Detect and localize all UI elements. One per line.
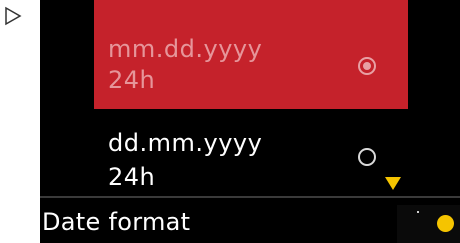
- option-time-format-label: 24h: [108, 66, 156, 94]
- option-date-format-label: mm.dd.yyyy: [108, 35, 263, 63]
- footer-divider: [40, 196, 460, 198]
- status-area: [397, 205, 460, 243]
- radio-selected-icon: [358, 57, 376, 75]
- page-title: Date format: [42, 208, 191, 236]
- option-ddmmyyyy-24h[interactable]: dd.mm.yyyy 24h: [94, 109, 408, 193]
- radio-unselected-icon: [358, 148, 376, 166]
- status-dot-icon: [437, 215, 454, 232]
- play-icon[interactable]: [4, 6, 22, 26]
- scroll-down-arrow-icon[interactable]: [385, 177, 401, 190]
- option-date-format-label: dd.mm.yyyy: [108, 129, 263, 157]
- app-frame: mm.dd.yyyy 24h dd.mm.yyyy 24h Date forma…: [0, 0, 460, 243]
- radio-selected-dot: [363, 62, 371, 70]
- option-mmddyyyy-24h[interactable]: mm.dd.yyyy 24h: [94, 0, 408, 109]
- status-speck: [417, 211, 419, 213]
- device-screen: mm.dd.yyyy 24h dd.mm.yyyy 24h Date forma…: [40, 0, 460, 243]
- option-time-format-label: 24h: [108, 163, 156, 191]
